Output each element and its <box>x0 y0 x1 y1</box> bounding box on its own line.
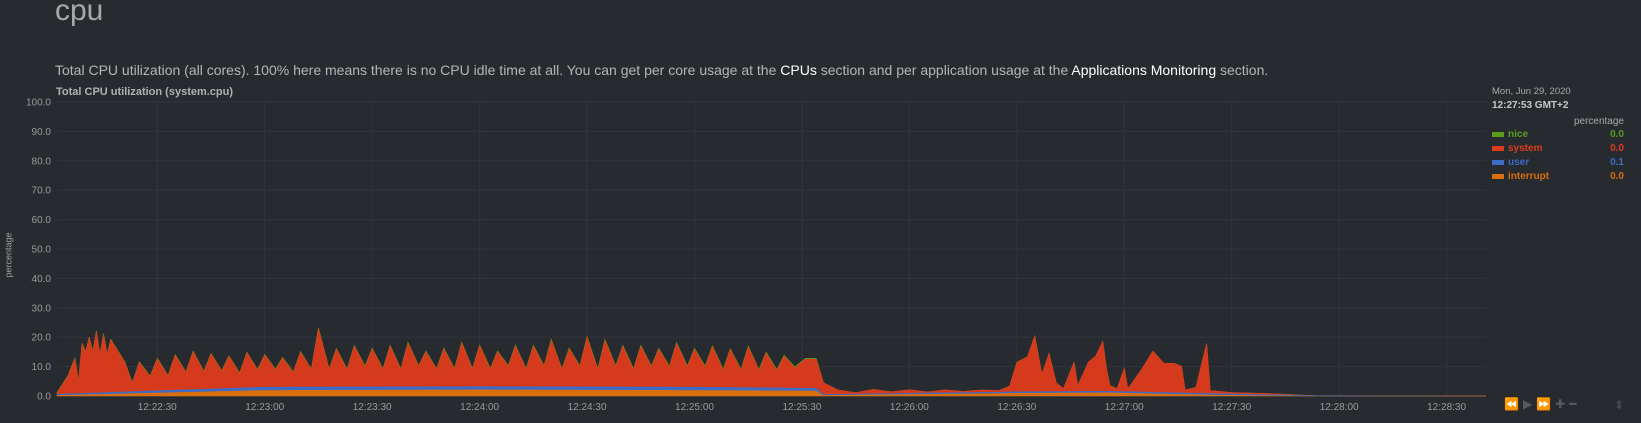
y-tick-label: 60.0 <box>32 215 52 226</box>
y-tick-label: 90.0 <box>32 127 52 138</box>
x-tick-label: 12:28:00 <box>1320 402 1359 413</box>
y-tick-label: 10.0 <box>32 362 52 373</box>
y-tick-label: 70.0 <box>32 186 52 197</box>
legend-name: system <box>1508 142 1543 154</box>
x-tick-label: 12:28:30 <box>1427 402 1466 413</box>
fast-forward-icon[interactable]: ⏩ <box>1536 397 1551 411</box>
x-tick-label: 12:25:00 <box>675 402 714 413</box>
legend-item-user[interactable]: user 0.1 <box>1492 155 1624 169</box>
series-area-system <box>56 328 1487 397</box>
legend-time: 12:27:53 GMT+2 <box>1492 100 1569 111</box>
x-tick-label: 12:27:30 <box>1212 402 1251 413</box>
y-tick-label: 80.0 <box>32 156 52 167</box>
y-tick-label: 0.0 <box>37 392 51 403</box>
legend-item-interrupt[interactable]: interrupt 0.0 <box>1492 169 1624 183</box>
legend-swatch <box>1492 159 1504 165</box>
legend-name: interrupt <box>1508 170 1550 182</box>
x-tick-label: 12:23:30 <box>353 402 392 413</box>
legend-item-system[interactable]: system 0.0 <box>1492 141 1624 155</box>
y-tick-label: 30.0 <box>32 303 52 314</box>
legend-name: user <box>1508 156 1530 168</box>
x-tick-label: 12:22:30 <box>138 402 177 413</box>
y-tick-label: 50.0 <box>32 245 52 256</box>
chart-grid <box>57 101 1486 397</box>
chart-legend: Mon, Jun 29, 2020 12:27:53 GMT+2 percent… <box>1492 86 1624 183</box>
x-tick-label: 12:26:00 <box>890 402 929 413</box>
zoom-out-icon[interactable]: ━ <box>1569 397 1576 411</box>
zoom-in-icon[interactable]: ✚ <box>1555 397 1565 411</box>
y-tick-label: 40.0 <box>32 274 52 285</box>
legend-swatch <box>1492 145 1504 151</box>
x-tick-label: 12:24:30 <box>568 402 607 413</box>
legend-date: Mon, Jun 29, 2020 <box>1492 86 1571 97</box>
legend-swatch <box>1492 131 1504 137</box>
x-tick-label: 12:27:00 <box>1105 402 1144 413</box>
x-tick-label: 12:25:30 <box>782 402 821 413</box>
y-tick-label: 20.0 <box>32 333 52 344</box>
legend-swatch <box>1492 173 1504 179</box>
play-icon[interactable]: ▶ <box>1523 397 1532 411</box>
legend-units: percentage <box>1573 116 1624 127</box>
chart-toolbar: ⏪ ▶ ⏩ ✚ ━ <box>1504 397 1576 411</box>
cpu-chart[interactable]: 0.0 10.0 20.0 30.0 40.0 50.0 60.0 70.0 80.0 90.0 1… <box>0 0 1641 423</box>
legend-value: 0.0 <box>1610 142 1624 154</box>
legend-value: 0.0 <box>1610 128 1624 140</box>
chart-series <box>56 327 1487 397</box>
x-tick-label: 12:24:00 <box>460 402 499 413</box>
x-tick-label: 12:26:30 <box>997 402 1036 413</box>
legend-value: 0.1 <box>1610 156 1624 168</box>
x-tick-label: 12:23:00 <box>245 402 284 413</box>
rewind-icon[interactable]: ⏪ <box>1504 397 1519 411</box>
resize-handle-icon[interactable]: ⬍ <box>1614 398 1624 412</box>
y-tick-label: 100.0 <box>26 98 51 109</box>
legend-name: nice <box>1508 128 1529 140</box>
legend-value: 0.0 <box>1610 170 1624 182</box>
legend-item-nice[interactable]: nice 0.0 <box>1492 127 1624 141</box>
